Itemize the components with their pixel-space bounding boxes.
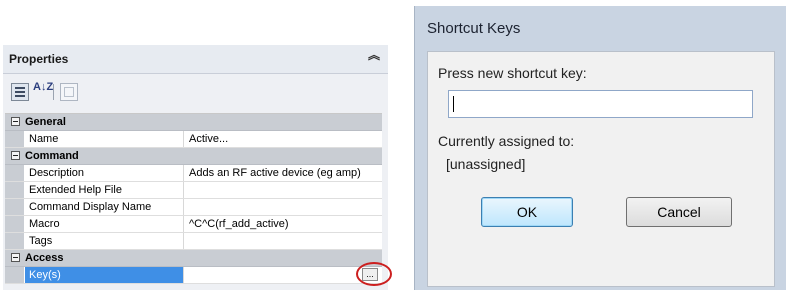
category-label: Access — [25, 252, 64, 264]
sort-az-icon[interactable]: A↓Z — [33, 82, 53, 101]
row-gutter — [5, 131, 24, 147]
shortcut-keys-dialog: Shortcut Keys Press new shortcut key: Cu… — [414, 6, 786, 290]
property-row-command-display-name[interactable]: Command Display Name — [5, 199, 382, 216]
properties-panel: Properties ︽ A↓Z General Name Active... … — [3, 45, 392, 290]
property-row-macro[interactable]: Macro ^C^C(rf_add_active) — [5, 216, 382, 233]
cancel-button[interactable]: Cancel — [626, 197, 732, 227]
property-row-tags[interactable]: Tags — [5, 233, 382, 250]
category-label: Command — [25, 150, 79, 162]
dialog-title: Shortcut Keys — [427, 20, 521, 37]
property-name: Description — [25, 165, 184, 181]
property-name: Extended Help File — [25, 182, 184, 198]
property-grid: General Name Active... Command Descripti… — [5, 113, 392, 286]
category-access[interactable]: Access — [5, 250, 382, 267]
currently-assigned-value: [unassigned] — [446, 156, 526, 172]
categorized-view-icon[interactable] — [11, 83, 29, 101]
currently-assigned-label: Currently assigned to: — [438, 133, 575, 149]
property-pages-icon[interactable] — [60, 83, 78, 101]
category-command[interactable]: Command — [5, 148, 382, 165]
shortcut-key-input[interactable] — [448, 90, 753, 118]
property-row-extended-help-file[interactable]: Extended Help File — [5, 182, 382, 199]
property-name: Tags — [25, 233, 184, 249]
collapse-category-icon[interactable] — [11, 253, 20, 262]
property-row-name[interactable]: Name Active... — [5, 131, 382, 148]
property-value[interactable]: Adds an RF active device (eg amp) — [189, 165, 361, 182]
properties-header: Properties ︽ — [3, 45, 388, 74]
property-name: Name — [25, 131, 184, 147]
ok-button[interactable]: OK — [481, 197, 573, 227]
annotation-highlight-circle — [356, 262, 392, 286]
row-gutter — [5, 165, 24, 181]
shortcut-prompt-label: Press new shortcut key: — [438, 65, 587, 81]
property-value[interactable]: ^C^C(rf_add_active) — [189, 216, 289, 233]
properties-toolbar: A↓Z — [3, 79, 388, 105]
dialog-body: Press new shortcut key: Currently assign… — [427, 51, 775, 287]
collapse-category-icon[interactable] — [11, 117, 20, 126]
category-label: General — [25, 116, 66, 128]
property-name: Command Display Name — [25, 199, 184, 215]
properties-title: Properties — [9, 52, 69, 66]
property-row-description[interactable]: Description Adds an RF active device (eg… — [5, 165, 382, 182]
row-gutter — [5, 233, 24, 249]
row-gutter — [5, 267, 24, 283]
property-value[interactable]: Active... — [189, 131, 228, 148]
row-gutter — [5, 182, 24, 198]
double-chevron-up-icon[interactable]: ︽ — [368, 49, 380, 61]
text-caret — [453, 96, 454, 112]
row-gutter — [5, 216, 24, 232]
row-gutter — [5, 199, 24, 215]
toolbar-separator — [53, 84, 54, 100]
collapse-category-icon[interactable] — [11, 151, 20, 160]
property-name: Macro — [25, 216, 184, 232]
property-name: Key(s) — [25, 267, 184, 283]
property-row-keys[interactable]: Key(s) ... — [5, 262, 392, 286]
category-general[interactable]: General — [5, 114, 382, 131]
